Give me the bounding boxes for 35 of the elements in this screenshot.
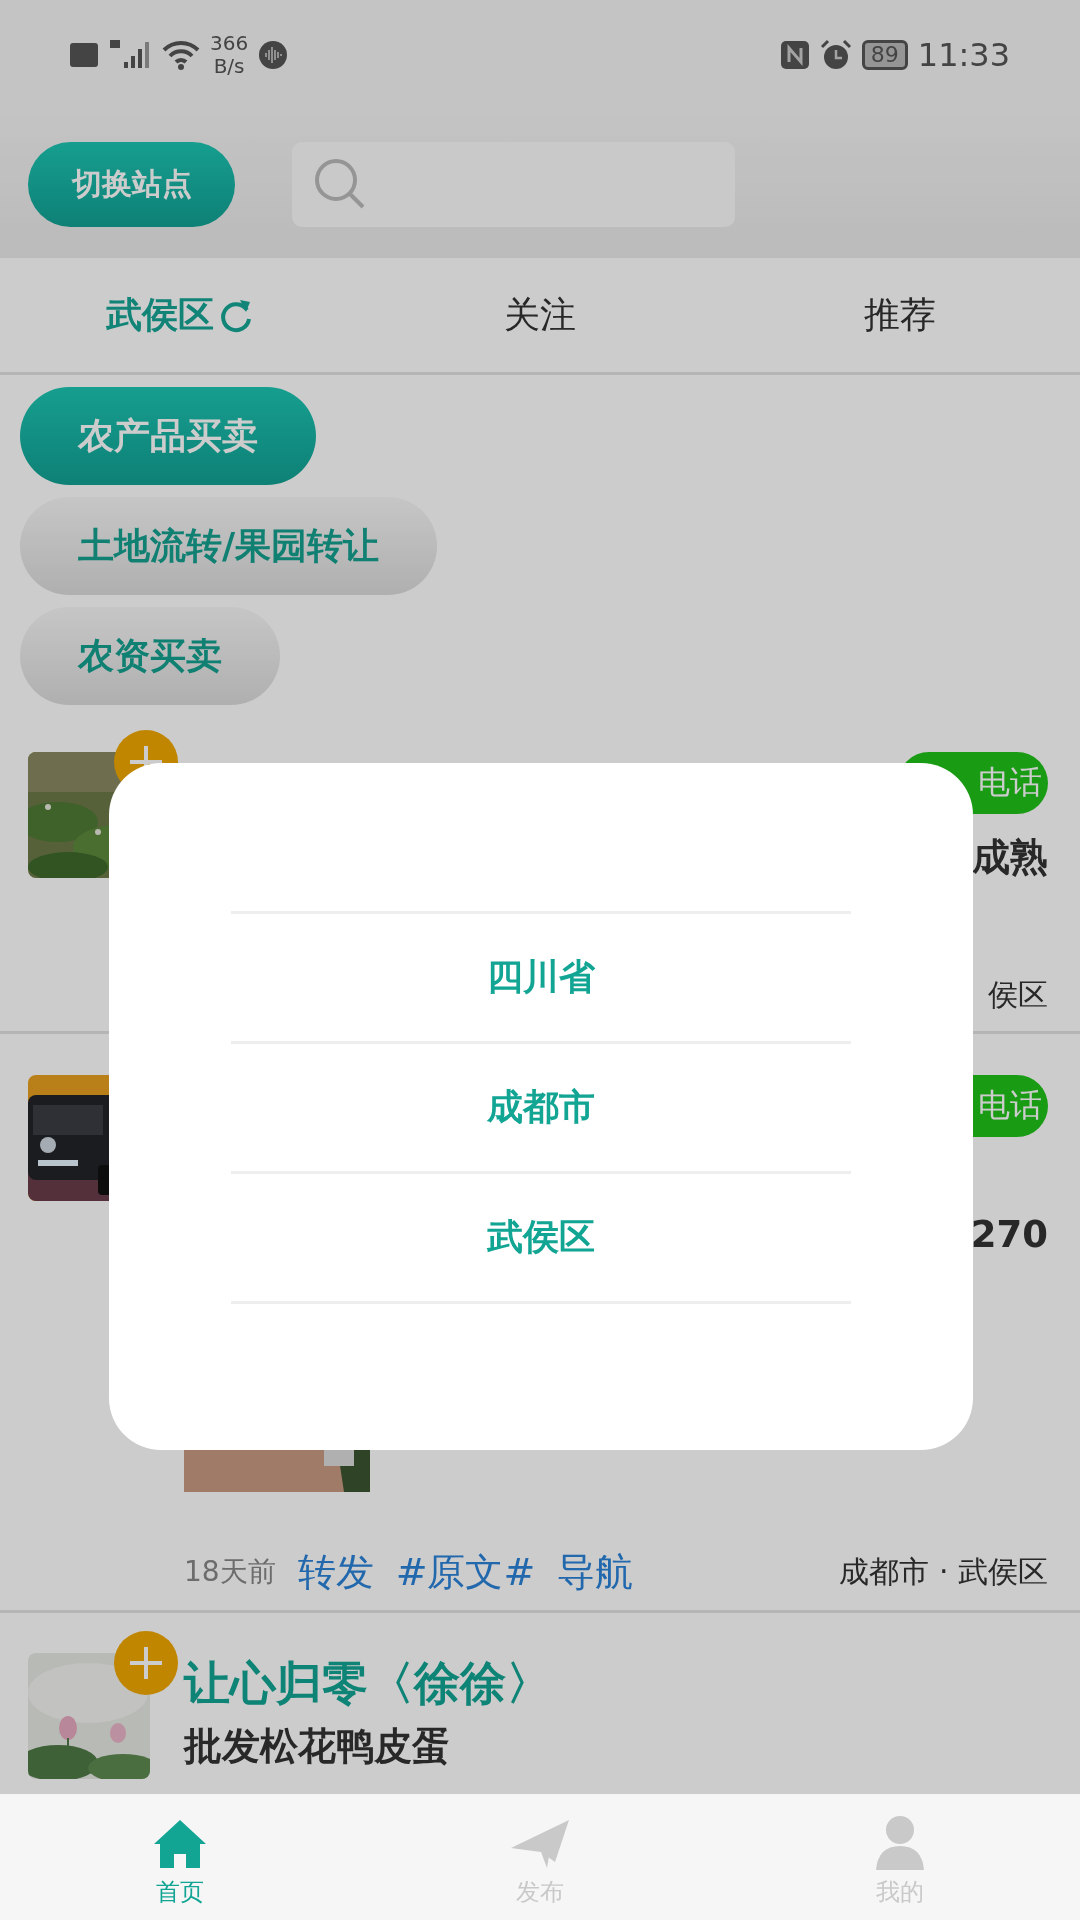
audio-icon [258, 40, 289, 70]
nav-tab[interactable]: 首页 [0, 1794, 360, 1920]
tab[interactable]: 武侯区 [106, 290, 214, 340]
location-text: 侯区 [988, 976, 1048, 1014]
category-chip[interactable]: 农产品买卖 [20, 387, 316, 485]
post-author[interactable]: 让心归零〈徐徐〉 [184, 1653, 552, 1715]
search-field[interactable] [292, 141, 735, 227]
category-chip[interactable]: 土地流转/果园转让 [20, 497, 438, 595]
battery-icon: 89 [861, 40, 908, 70]
alarm-icon [819, 39, 852, 71]
location-text: 成都市 · 武侯区 [839, 1552, 1048, 1591]
action-link[interactable]: 导航 [557, 1546, 634, 1598]
home-icon [152, 1818, 208, 1870]
clock: 11:33 [917, 36, 1010, 74]
post-text: 成熟 [972, 834, 1048, 881]
post-title: 批发松花鸭皮蛋 [184, 1723, 451, 1770]
network-speed: 366 [210, 32, 249, 55]
category-chip[interactable]: 农资买卖 [20, 607, 280, 705]
switch-site-button[interactable]: 切换站点 [28, 141, 235, 227]
post-text: 270 [970, 1213, 1048, 1256]
nfc-icon [779, 40, 810, 70]
wifi-icon [162, 40, 200, 70]
nav-label: 首页 [156, 1877, 204, 1908]
post-time: 18天前 [184, 1554, 276, 1590]
action-link[interactable]: #原文# [395, 1546, 536, 1598]
tab[interactable]: 推荐 [864, 290, 936, 340]
follow-plus-icon[interactable] [114, 1631, 178, 1695]
region-option[interactable]: 四川省 [231, 914, 851, 1044]
speed-unit: B/s [213, 55, 245, 78]
signal-icon [108, 40, 152, 70]
region-option[interactable]: 成都市 [231, 1044, 851, 1174]
region-option[interactable]: 武侯区 [231, 1174, 851, 1304]
action-link[interactable]: 转发 [297, 1546, 374, 1598]
tab[interactable]: 关注 [504, 290, 576, 340]
paper-plane-icon [509, 1818, 571, 1870]
